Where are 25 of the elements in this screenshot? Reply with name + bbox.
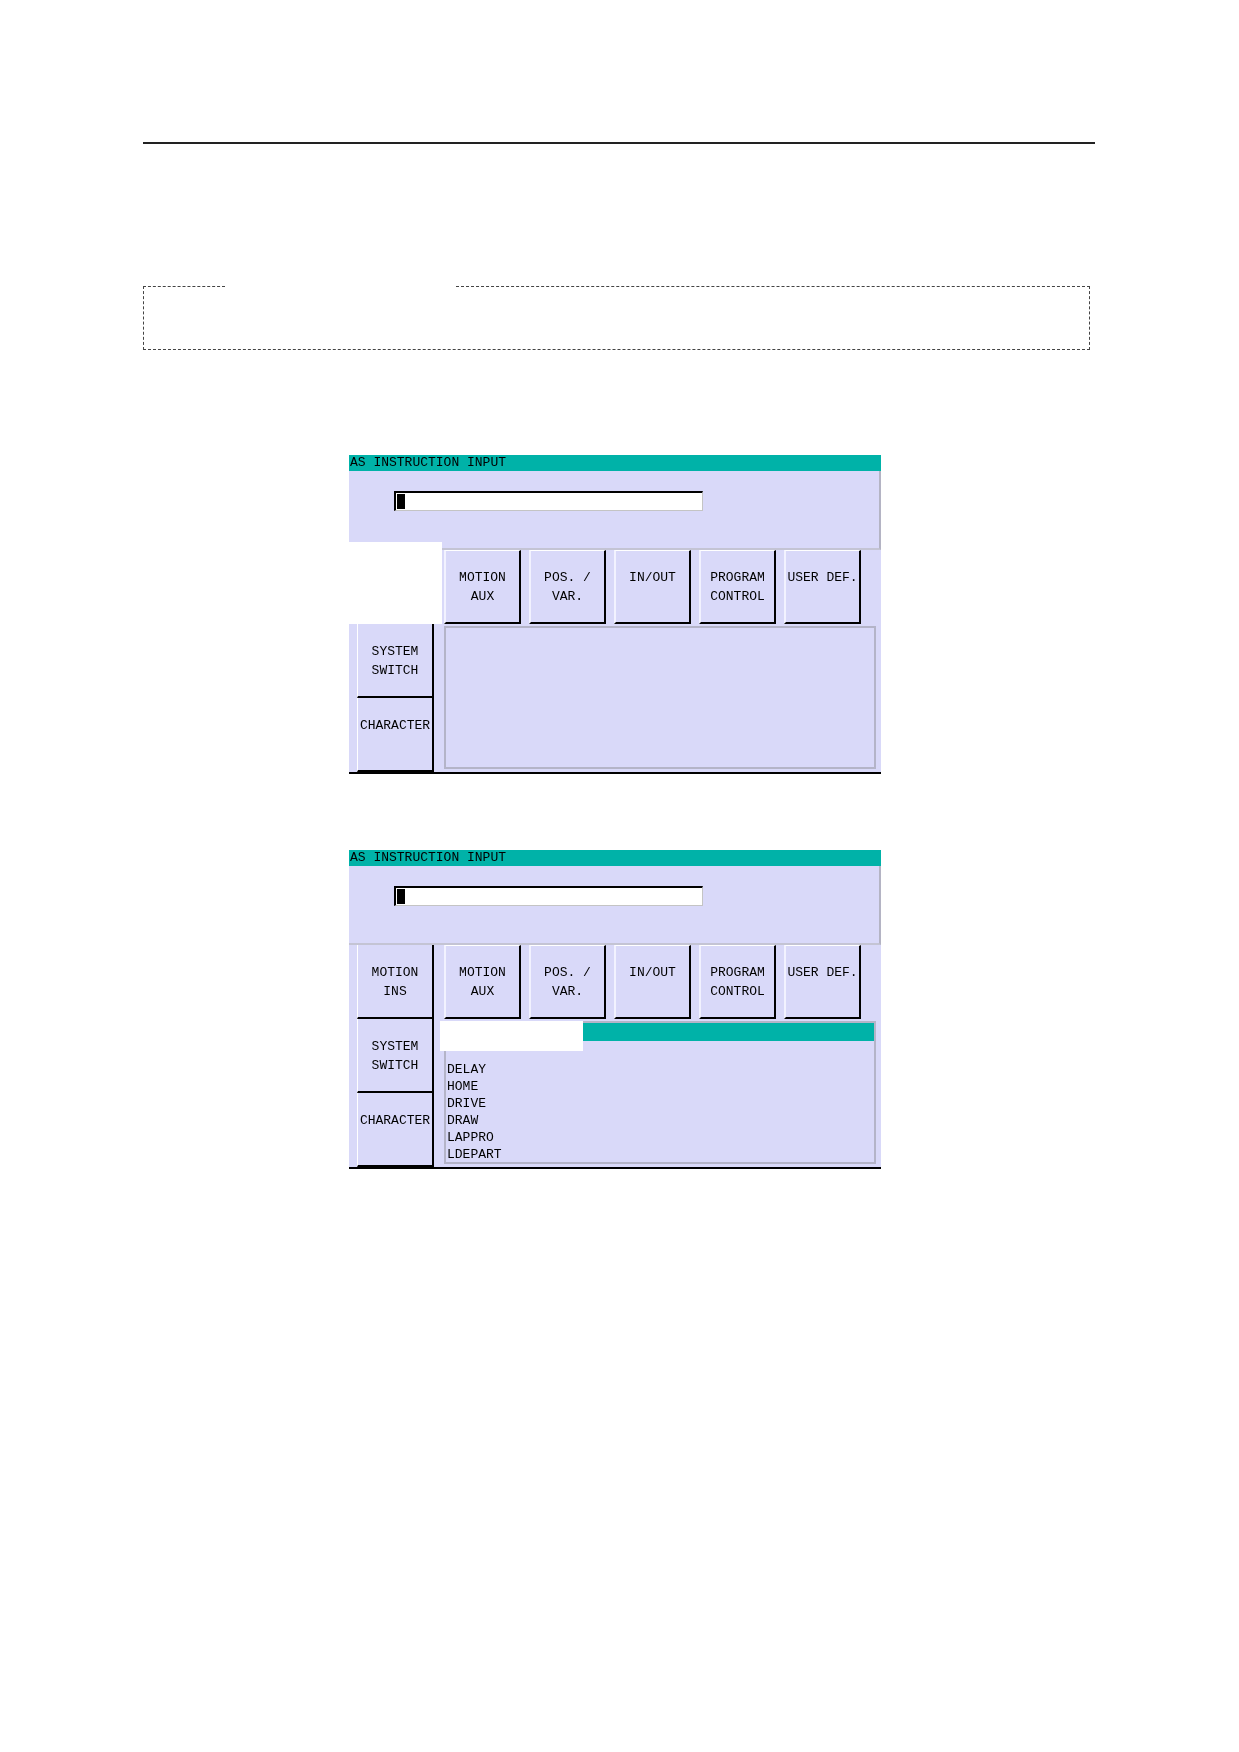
category-button[interactable]: POS. / VAR.: [529, 945, 606, 1019]
category-button[interactable]: USER DEF.: [784, 550, 861, 624]
side-menu-button[interactable]: CHARACTER: [357, 698, 434, 772]
side-menu-button[interactable]: SYSTEM SWITCH: [357, 624, 434, 698]
list-item[interactable]: DRIVE: [447, 1095, 486, 1112]
title-bar: AS INSTRUCTION INPUT: [349, 850, 881, 866]
side-menu-button[interactable]: CHARACTER: [357, 1093, 434, 1167]
list-item[interactable]: DELAY: [447, 1061, 486, 1078]
list-item[interactable]: LDEPART: [447, 1146, 502, 1163]
list-item[interactable]: DRAW: [447, 1112, 479, 1129]
category-button[interactable]: USER DEF.: [784, 945, 861, 1019]
category-button[interactable]: POS. / VAR.: [529, 550, 606, 624]
list-item[interactable]: HOME: [447, 1078, 479, 1095]
category-button[interactable]: MOTION AUX: [444, 945, 521, 1019]
title-bar: AS INSTRUCTION INPUT: [349, 455, 881, 471]
input-field[interactable]: [394, 491, 703, 511]
category-button[interactable]: MOTION AUX: [444, 550, 521, 624]
category-button[interactable]: PROGRAM CONTROL: [699, 550, 776, 624]
category-button[interactable]: IN/OUT: [614, 945, 691, 1019]
input-field[interactable]: [394, 886, 703, 906]
category-button[interactable]: IN/OUT: [614, 550, 691, 624]
category-button[interactable]: PROGRAM CONTROL: [699, 945, 776, 1019]
side-menu-button[interactable]: MOTION INS: [357, 945, 434, 1019]
side-menu-button[interactable]: SYSTEM SWITCH: [357, 1019, 434, 1093]
list-item[interactable]: LAPPRO: [447, 1129, 494, 1146]
